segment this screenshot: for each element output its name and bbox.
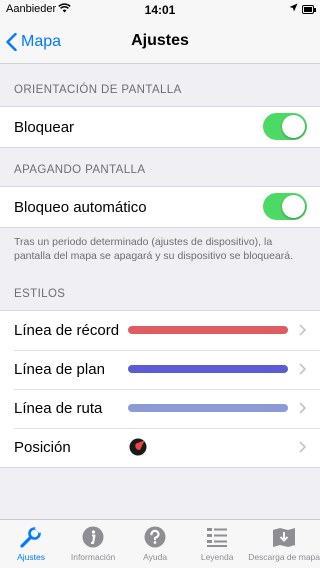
auto-lock-footer-note: Tras un periodo determinado (ajustes de …	[14, 236, 294, 262]
chevron-right-icon	[299, 402, 306, 414]
auto-lock-toggle[interactable]	[263, 193, 307, 220]
section-header-styles: ESTILOS	[14, 288, 66, 300]
tab-map-download[interactable]: Descarga de mapa	[248, 520, 320, 568]
route-line-label: Línea de ruta	[14, 400, 103, 417]
chevron-right-icon	[299, 441, 306, 453]
section-header-screen-off: APAGANDO PANTALLA	[14, 164, 146, 176]
orientation-group: Bloquear	[0, 106, 320, 148]
auto-lock-label: Bloqueo automático	[14, 198, 147, 216]
status-time: 14:01	[144, 3, 176, 17]
tab-label: Información	[70, 552, 116, 562]
route-line-swatch	[128, 404, 288, 412]
tab-label: Ayuda	[143, 552, 168, 562]
tab-information[interactable]: Información	[62, 520, 124, 568]
status-bar: Aanbieder 14:01	[0, 0, 320, 20]
tab-settings[interactable]: Ajustes	[0, 520, 62, 568]
plan-line-swatch	[128, 365, 288, 373]
lock-orientation-toggle[interactable]	[263, 113, 307, 140]
screen-off-group: Bloqueo automático	[0, 186, 320, 228]
chevron-right-icon	[299, 324, 306, 336]
wrench-icon	[17, 524, 45, 550]
page-title: Ajustes	[131, 32, 189, 49]
lock-orientation-row: Bloquear	[0, 107, 320, 147]
lock-orientation-label: Bloquear	[14, 118, 75, 136]
position-label: Posición	[14, 439, 71, 456]
legend-icon	[203, 524, 231, 550]
route-line-row[interactable]: Línea de ruta	[0, 389, 320, 428]
battery-icon	[302, 5, 316, 14]
tab-label: Ajustes	[17, 552, 45, 562]
info-icon	[79, 524, 107, 550]
plan-line-label: Línea de plan	[14, 361, 105, 378]
help-icon	[141, 524, 169, 550]
tab-legend[interactable]: Leyenda	[186, 520, 248, 568]
position-row[interactable]: Posición	[0, 428, 320, 467]
navigation-bar: Mapa Ajustes	[0, 20, 320, 64]
download-map-icon	[270, 524, 298, 550]
record-line-row[interactable]: Línea de récord	[0, 311, 320, 350]
styles-group: Línea de récord Línea de plan Línea de r…	[0, 310, 320, 468]
location-arrow-icon	[289, 3, 298, 15]
record-line-swatch	[128, 326, 288, 334]
chevron-right-icon	[299, 363, 306, 375]
plan-line-row[interactable]: Línea de plan	[0, 350, 320, 389]
tab-help[interactable]: Ayuda	[124, 520, 186, 568]
auto-lock-row: Bloqueo automático	[0, 187, 320, 227]
position-marker-icon	[129, 438, 147, 456]
tab-bar: Ajustes Información Ayuda Leyenda Descar…	[0, 519, 320, 568]
settings-list[interactable]: ORIENTACIÓN DE PANTALLA Bloquear APAGAND…	[0, 64, 320, 519]
section-header-orientation: ORIENTACIÓN DE PANTALLA	[14, 84, 182, 96]
tab-label: Leyenda	[200, 552, 234, 562]
record-line-label: Línea de récord	[14, 322, 120, 339]
tab-label: Descarga de mapa	[248, 552, 320, 562]
